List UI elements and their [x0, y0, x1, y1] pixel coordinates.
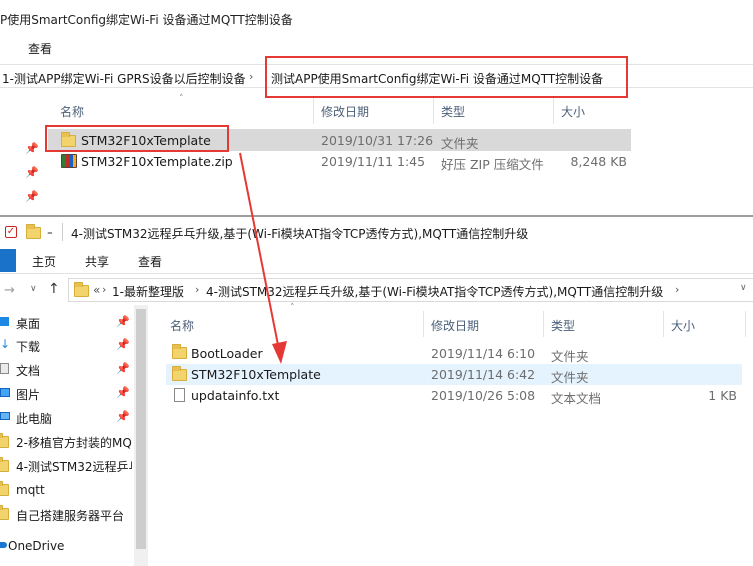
annotation-arrow — [239, 152, 287, 364]
